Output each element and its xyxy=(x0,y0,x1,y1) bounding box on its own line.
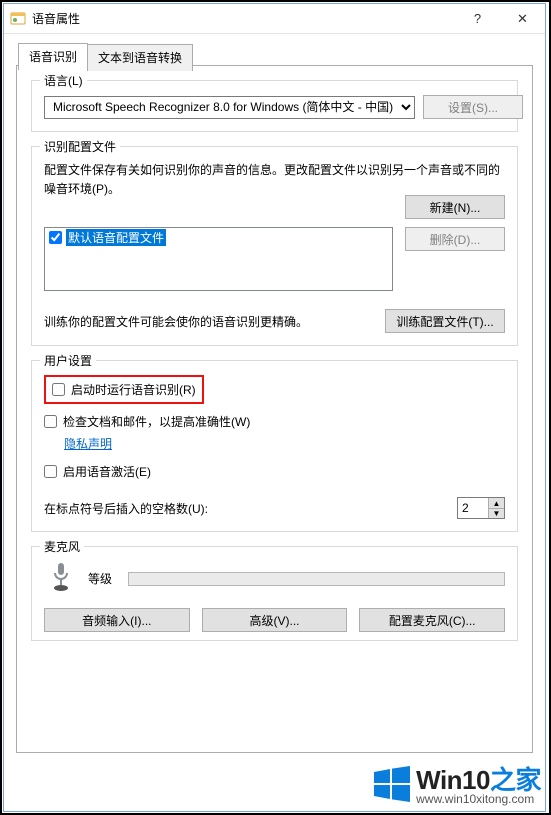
run-at-start-checkbox[interactable] xyxy=(52,383,65,396)
profile-list-item[interactable]: 默认语音配置文件 xyxy=(45,228,392,247)
spin-down-icon[interactable]: ▼ xyxy=(489,509,504,519)
group-user-settings: 用户设置 启动时运行语音识别(R) 检查文档和邮件，以提高准确性(W) 隐私声明 xyxy=(31,360,518,532)
advanced-button[interactable]: 高级(V)... xyxy=(202,608,348,632)
profiles-description: 配置文件保存有关如何识别你的声音的信息。更改配置文件以识别另一个声音或不同的噪音… xyxy=(44,161,505,199)
mic-level-label: 等级 xyxy=(88,570,112,587)
window-title: 语音属性 xyxy=(32,10,455,27)
ok-button[interactable]: 确定 xyxy=(443,775,529,799)
group-profiles-legend: 识别配置文件 xyxy=(40,138,120,155)
group-language: 语言(L) Microsoft Speech Recognizer 8.0 fo… xyxy=(31,80,518,132)
spaces-value: 2 xyxy=(458,498,488,518)
audio-input-button[interactable]: 音频输入(I)... xyxy=(44,608,190,632)
close-button[interactable]: ✕ xyxy=(500,4,545,33)
app-icon xyxy=(10,11,26,27)
train-profile-button[interactable]: 训练配置文件(T)... xyxy=(385,309,505,333)
train-description: 训练你的配置文件可能会使你的语音识别更精确。 xyxy=(44,313,377,330)
new-profile-button[interactable]: 新建(N)... xyxy=(405,195,505,219)
profile-listbox[interactable]: 默认语音配置文件 xyxy=(44,227,393,291)
mic-level-meter xyxy=(128,572,505,586)
group-microphone-legend: 麦克风 xyxy=(40,538,84,555)
tab-speech-recognition[interactable]: 语音识别 xyxy=(18,43,88,70)
microphone-icon xyxy=(50,561,72,596)
tabstrip: 语音识别 文本到语音转换 xyxy=(18,42,192,69)
spaces-spinner[interactable]: 2 ▲ ▼ xyxy=(457,497,505,519)
group-language-legend: 语言(L) xyxy=(40,72,87,89)
group-user-settings-legend: 用户设置 xyxy=(40,352,96,369)
run-at-start-highlight: 启动时运行语音识别(R) xyxy=(44,375,204,404)
group-microphone: 麦克风 等级 xyxy=(31,546,518,641)
review-docs-label: 检查文档和邮件，以提高准确性(W) xyxy=(63,413,250,430)
spaces-label: 在标点符号后插入的空格数(U): xyxy=(44,500,449,517)
language-combo[interactable]: Microsoft Speech Recognizer 8.0 for Wind… xyxy=(44,96,415,119)
tab-panel: 语言(L) Microsoft Speech Recognizer 8.0 fo… xyxy=(16,65,533,753)
profile-item-checkbox[interactable] xyxy=(49,231,62,244)
review-docs-checkbox[interactable] xyxy=(44,415,57,428)
titlebar: 语音属性 ? ✕ xyxy=(4,4,545,34)
voice-activation-label: 启用语音激活(E) xyxy=(63,463,151,480)
tab-text-to-speech[interactable]: 文本到语音转换 xyxy=(87,44,193,71)
dialog-button-bar: 确定 xyxy=(4,763,545,811)
voice-activation-checkbox[interactable] xyxy=(44,465,57,478)
delete-profile-button[interactable]: 删除(D)... xyxy=(405,227,505,251)
run-at-start-label: 启动时运行语音识别(R) xyxy=(71,381,196,398)
group-profiles: 识别配置文件 配置文件保存有关如何识别你的声音的信息。更改配置文件以识别另一个声… xyxy=(31,146,518,346)
settings-button[interactable]: 设置(S)... xyxy=(423,95,523,119)
privacy-link[interactable]: 隐私声明 xyxy=(64,437,112,451)
profile-item-label: 默认语音配置文件 xyxy=(66,229,166,246)
spin-up-icon[interactable]: ▲ xyxy=(489,498,504,509)
help-button[interactable]: ? xyxy=(455,4,500,33)
configure-mic-button[interactable]: 配置麦克风(C)... xyxy=(359,608,505,632)
